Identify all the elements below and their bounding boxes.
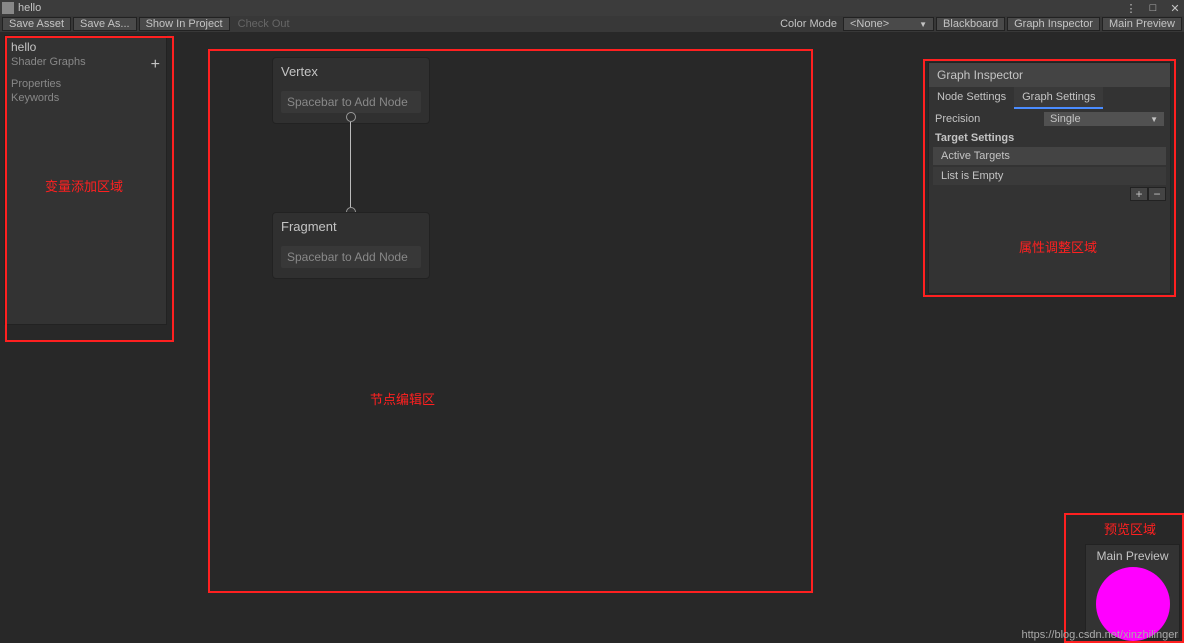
preview-title: Main Preview [1086,545,1179,567]
inspector-title: Graph Inspector [929,63,1170,87]
properties-section[interactable]: Properties [11,78,160,90]
app-icon [2,2,14,14]
vertex-node-title: Vertex [273,58,429,85]
node-editor-annotation-box: 节点编辑区 [208,49,813,593]
precision-value: Single [1050,113,1081,125]
targets-empty-state: List is Empty [933,167,1166,185]
main-preview-toggle[interactable]: Main Preview [1102,17,1182,31]
graph-inspector-toggle[interactable]: Graph Inspector [1007,17,1100,31]
blackboard-toggle[interactable]: Blackboard [936,17,1005,31]
chevron-down-icon: ▼ [919,20,927,29]
title-bar: hello ⋮ □ ✕ [0,0,1184,16]
blackboard-title: hello [11,40,160,54]
target-settings-section: Target Settings [929,129,1170,147]
color-mode-label: Color Mode [780,18,837,30]
vertex-add-hint: Spacebar to Add Node [281,91,421,113]
check-out-button: Check Out [232,17,296,31]
blackboard-panel[interactable]: hello Shader Graphs + Properties Keyword… [4,35,167,325]
remove-target-button[interactable]: − [1148,187,1166,201]
active-targets-header: Active Targets [933,147,1166,165]
precision-dropdown[interactable]: Single ▼ [1044,112,1164,126]
blackboard-subtitle: Shader Graphs [11,56,160,68]
save-asset-button[interactable]: Save Asset [2,17,71,31]
keywords-section[interactable]: Keywords [11,92,160,104]
fragment-add-hint: Spacebar to Add Node [281,246,421,268]
add-target-button[interactable]: + [1130,187,1148,201]
window-title: hello [18,2,41,14]
precision-label: Precision [935,113,1044,125]
inspector-annotation: 属性调整区域 [1019,237,1097,256]
preview-annotation: 预览区域 [1104,519,1156,538]
main-area[interactable]: hello Shader Graphs + Properties Keyword… [0,32,1184,643]
show-in-project-button[interactable]: Show In Project [139,17,230,31]
toolbar: Save Asset Save As... Show In Project Ch… [0,16,1184,32]
color-mode-value: <None> [850,18,889,30]
chevron-down-icon: ▼ [1150,115,1158,124]
add-property-button[interactable]: + [151,56,160,74]
editor-annotation: 节点编辑区 [370,389,435,408]
graph-inspector-panel[interactable]: Graph Inspector Node Settings Graph Sett… [928,62,1171,294]
maximize-button[interactable]: □ [1146,1,1160,15]
vertex-output-port[interactable] [346,112,356,122]
tab-graph-settings[interactable]: Graph Settings [1014,87,1103,109]
fragment-node-title: Fragment [273,213,429,240]
save-as-button[interactable]: Save As... [73,17,137,31]
kebab-menu-icon[interactable]: ⋮ [1124,1,1138,15]
main-preview-panel[interactable]: Main Preview [1085,544,1180,639]
node-connection [350,122,351,208]
watermark: https://blog.csdn.net/xinzhilinger [1021,629,1178,641]
fragment-node[interactable]: Fragment Spacebar to Add Node [272,212,430,279]
close-button[interactable]: ✕ [1168,1,1182,15]
blackboard-annotation: 变量添加区域 [45,176,123,195]
color-mode-dropdown[interactable]: <None> ▼ [843,17,934,31]
tab-node-settings[interactable]: Node Settings [929,87,1014,109]
